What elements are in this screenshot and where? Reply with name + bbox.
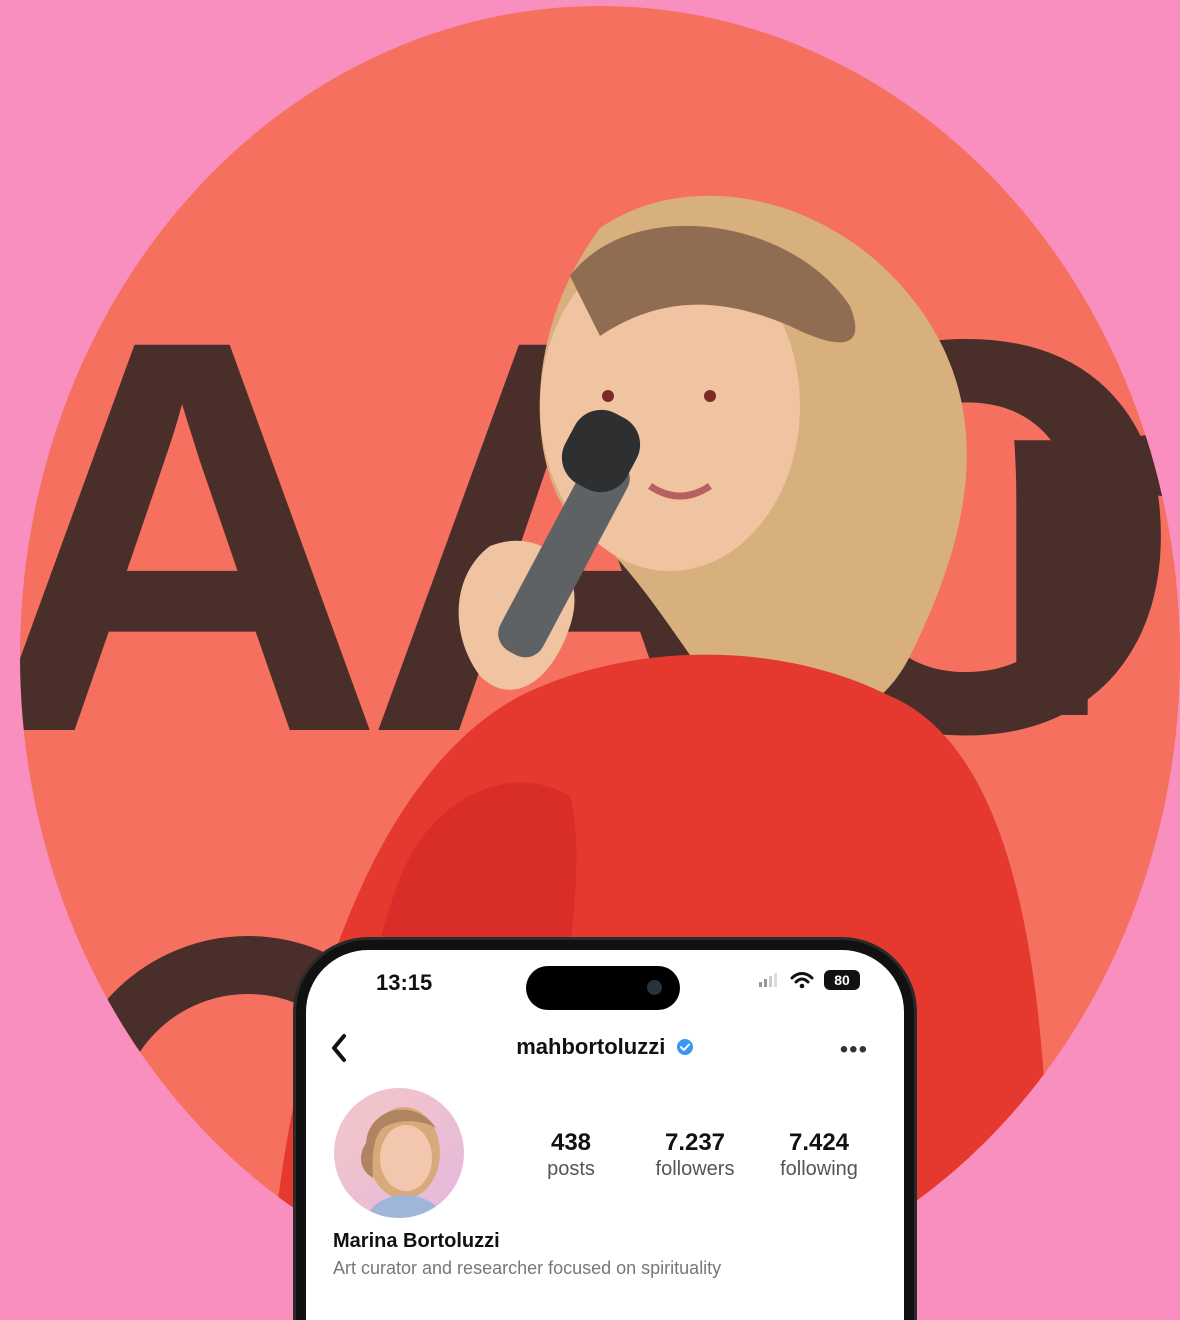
posts-count: 438 xyxy=(550,1129,592,1156)
front-camera-icon xyxy=(647,980,662,995)
username-title: mahbortoluzzi xyxy=(306,1034,904,1060)
avatar-photo xyxy=(360,1107,446,1218)
following-count: 7.424 xyxy=(788,1129,850,1156)
following-stat[interactable]: 7.424 following xyxy=(758,1129,880,1181)
battery-icon: 80 xyxy=(824,970,860,990)
posts-label: posts xyxy=(547,1158,595,1181)
phone-mockup: 13:15 80 mahbortoluzzi ••• 438 posts 7.2… xyxy=(296,940,914,1320)
profile-stats: 438 posts 7.237 followers 7.424 followin… xyxy=(510,1129,880,1181)
wifi-icon xyxy=(790,972,814,989)
verified-badge-icon xyxy=(676,1039,693,1055)
username: mahbortoluzzi xyxy=(516,1034,666,1059)
posts-stat[interactable]: 438 posts xyxy=(510,1129,632,1181)
followers-stat[interactable]: 7.237 followers xyxy=(634,1129,756,1181)
instagram-profile-screen: 13:15 80 mahbortoluzzi ••• 438 posts 7.2… xyxy=(306,950,904,1320)
following-label: following xyxy=(780,1158,858,1181)
profile-header: mahbortoluzzi ••• xyxy=(306,1028,904,1068)
profile-full-name: Marina Bortoluzzi xyxy=(333,1230,500,1252)
profile-bio: Art curator and researcher focused on sp… xyxy=(333,1258,722,1278)
status-icons: 80 xyxy=(758,970,860,990)
more-icon[interactable]: ••• xyxy=(840,1036,868,1064)
profile-avatar[interactable] xyxy=(334,1088,464,1218)
dynamic-island xyxy=(526,966,680,1010)
followers-count: 7.237 xyxy=(664,1129,726,1156)
status-time: 13:15 xyxy=(376,970,433,995)
followers-label: followers xyxy=(655,1158,735,1181)
signal-icon xyxy=(759,973,777,987)
